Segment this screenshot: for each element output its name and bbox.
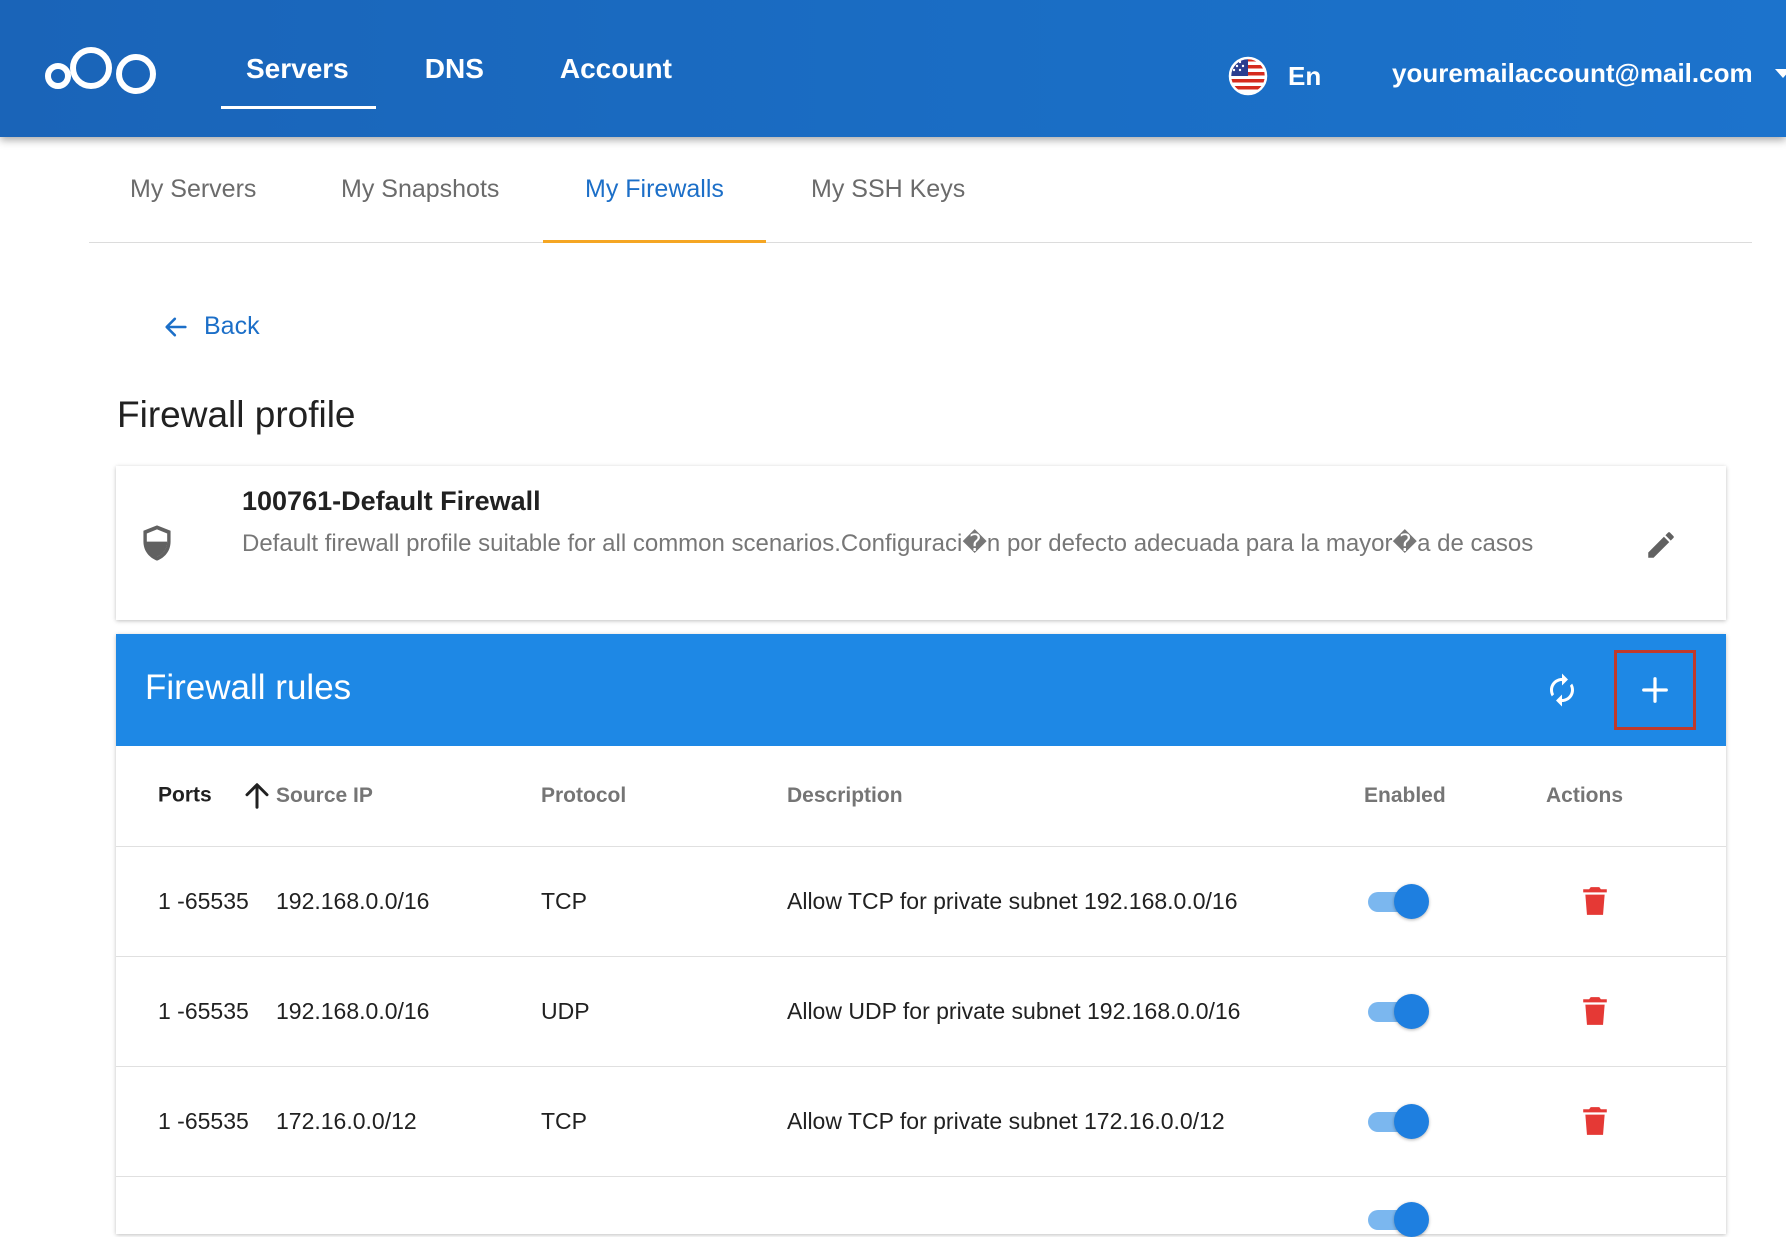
rules-table: Ports Source IP Protocol Description Ena… bbox=[116, 746, 1726, 1237]
cell-actions bbox=[1546, 1066, 1726, 1177]
shield-icon bbox=[143, 525, 171, 561]
page-title: Firewall profile bbox=[117, 394, 356, 435]
column-header-actions: Actions bbox=[1546, 746, 1726, 847]
enabled-toggle[interactable] bbox=[1368, 993, 1429, 1029]
cell-enabled bbox=[1364, 846, 1546, 957]
cell-description: Allow TCP for private subnet 172.16.0.0/… bbox=[787, 1066, 1364, 1177]
trash-icon[interactable] bbox=[1582, 886, 1608, 916]
arrow-up-icon[interactable] bbox=[242, 781, 272, 811]
sub-tabs: My Servers My Snapshots My Firewalls My … bbox=[89, 137, 1752, 243]
cell-source-ip: 192.168.0.0/16 bbox=[276, 846, 541, 957]
nav-servers[interactable]: Servers bbox=[221, 0, 376, 137]
language-label: En bbox=[1288, 60, 1322, 91]
cell-description: Allow TCP for private subnet 192.168.0.0… bbox=[787, 846, 1364, 957]
cell-actions bbox=[1546, 956, 1726, 1067]
column-header-description[interactable]: Description bbox=[787, 746, 1364, 847]
top-navbar: Servers DNS Account En youremailaccount@… bbox=[0, 0, 1786, 137]
enabled-toggle[interactable] bbox=[1368, 1201, 1429, 1237]
cell-ports: 1 -65535 bbox=[116, 1066, 276, 1177]
arrow-left-icon bbox=[165, 317, 187, 336]
add-rule-button[interactable] bbox=[1614, 650, 1696, 730]
tab-my-firewalls[interactable]: My Firewalls bbox=[543, 137, 766, 243]
rules-header: Firewall rules bbox=[116, 634, 1726, 746]
column-header-ports[interactable]: Ports bbox=[116, 746, 276, 847]
back-label: Back bbox=[204, 312, 260, 340]
table-row-partial bbox=[116, 1176, 1726, 1237]
cell-actions bbox=[1546, 846, 1726, 957]
table-row: 1 -65535 172.16.0.0/12 TCP Allow TCP for… bbox=[116, 1066, 1726, 1177]
account-menu[interactable]: youremailaccount@mail.com bbox=[1392, 58, 1786, 89]
enabled-toggle[interactable] bbox=[1368, 1103, 1429, 1139]
firewall-profile-card: 100761-Default Firewall Default firewall… bbox=[116, 466, 1726, 620]
cell-source-ip: 172.16.0.0/12 bbox=[276, 1066, 541, 1177]
logo-icon[interactable] bbox=[44, 40, 162, 100]
table-row: 1 -65535 192.168.0.0/16 TCP Allow TCP fo… bbox=[116, 846, 1726, 957]
column-header-enabled: Enabled bbox=[1364, 746, 1546, 847]
language-selector[interactable]: En bbox=[1228, 56, 1321, 96]
pencil-icon[interactable] bbox=[1644, 528, 1678, 562]
column-header-protocol[interactable]: Protocol bbox=[541, 746, 787, 847]
tab-my-servers[interactable]: My Servers bbox=[130, 137, 256, 242]
profile-name: 100761-Default Firewall bbox=[242, 486, 541, 516]
nav-account[interactable]: Account bbox=[560, 0, 672, 137]
cell-protocol: TCP bbox=[541, 846, 787, 957]
column-label-ports: Ports bbox=[158, 783, 212, 807]
cell-enabled bbox=[1364, 956, 1546, 1067]
cell-protocol: TCP bbox=[541, 1066, 787, 1177]
cell-ports: 1 -65535 bbox=[116, 956, 276, 1067]
tab-my-snapshots[interactable]: My Snapshots bbox=[341, 137, 499, 242]
us-flag-icon bbox=[1228, 56, 1268, 96]
cell-protocol: UDP bbox=[541, 956, 787, 1067]
trash-icon[interactable] bbox=[1582, 996, 1608, 1026]
profile-description: Default firewall profile suitable for al… bbox=[242, 530, 1534, 557]
plus-icon bbox=[1642, 677, 1668, 703]
enabled-toggle[interactable] bbox=[1368, 883, 1429, 919]
cell-description: Allow UDP for private subnet 192.168.0.0… bbox=[787, 956, 1364, 1067]
cell-enabled bbox=[1364, 1176, 1546, 1237]
account-email: youremailaccount@mail.com bbox=[1392, 58, 1753, 88]
back-button[interactable]: Back bbox=[162, 312, 260, 341]
cell-enabled bbox=[1364, 1066, 1546, 1177]
rules-title: Firewall rules bbox=[145, 668, 352, 707]
caret-down-icon bbox=[1774, 69, 1786, 78]
trash-icon[interactable] bbox=[1582, 1106, 1608, 1136]
main-nav: Servers DNS Account bbox=[221, 0, 748, 137]
cell-source-ip: 192.168.0.0/16 bbox=[276, 956, 541, 1067]
cell-ports: 1 -65535 bbox=[116, 846, 276, 957]
nav-dns[interactable]: DNS bbox=[425, 0, 484, 137]
refresh-icon[interactable] bbox=[1544, 670, 1580, 710]
tab-my-ssh-keys[interactable]: My SSH Keys bbox=[811, 137, 965, 242]
table-header-row: Ports Source IP Protocol Description Ena… bbox=[116, 746, 1726, 847]
column-header-source-ip[interactable]: Source IP bbox=[276, 746, 541, 847]
table-row: 1 -65535 192.168.0.0/16 UDP Allow UDP fo… bbox=[116, 956, 1726, 1067]
firewall-rules-card: Firewall rules Ports Source IP Protocol … bbox=[116, 634, 1726, 1237]
